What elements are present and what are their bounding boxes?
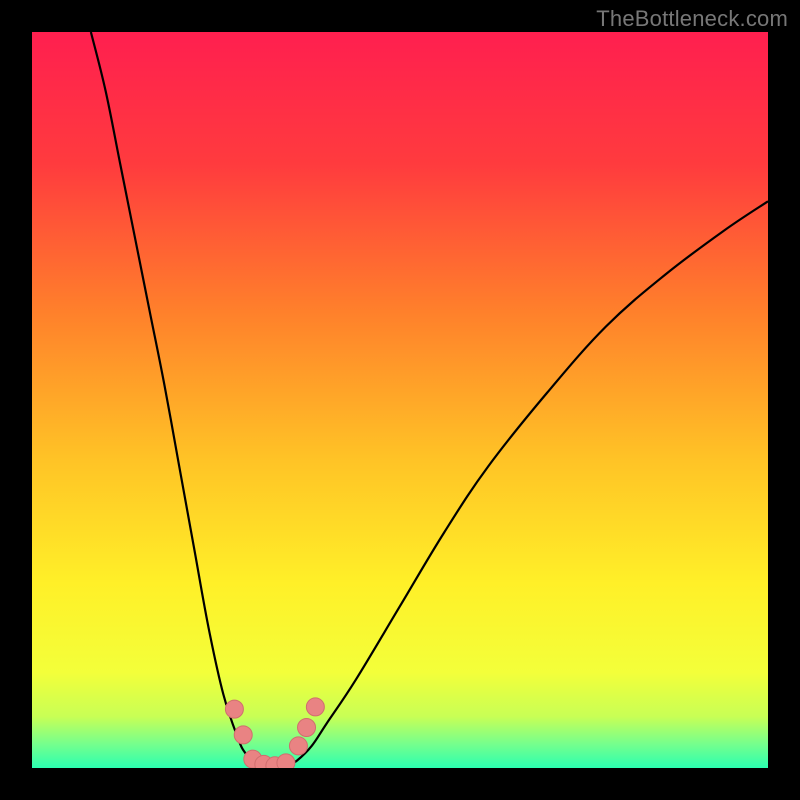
- chart-svg: [32, 32, 768, 768]
- data-marker: [298, 719, 316, 737]
- data-marker: [225, 700, 243, 718]
- plot-frame: [32, 32, 768, 768]
- gradient-background: [32, 32, 768, 768]
- data-marker: [234, 726, 252, 744]
- data-marker: [306, 698, 324, 716]
- watermark-text: TheBottleneck.com: [596, 6, 788, 32]
- data-marker: [289, 737, 307, 755]
- data-marker: [277, 754, 295, 768]
